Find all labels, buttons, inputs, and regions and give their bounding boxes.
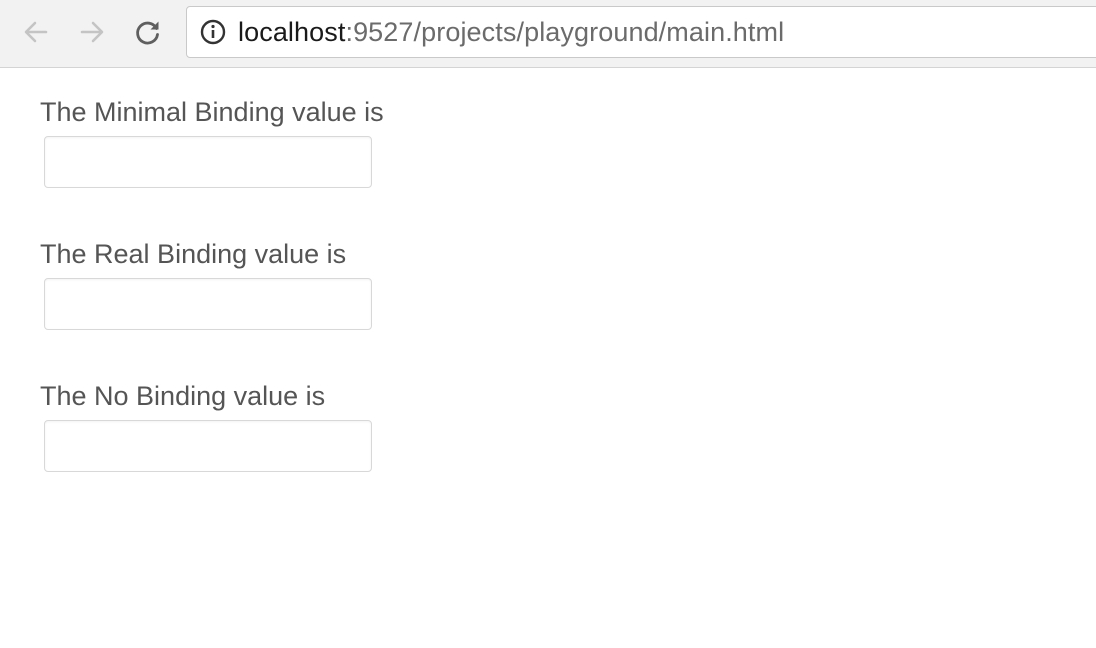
minimal-binding-input[interactable] xyxy=(44,136,372,188)
forward-button[interactable] xyxy=(74,14,110,50)
info-circle-icon[interactable] xyxy=(200,19,226,45)
url-text: localhost:9527/projects/playground/main.… xyxy=(238,17,784,48)
minimal-binding-label: The Minimal Binding value is xyxy=(40,97,384,127)
no-binding-group: The No Binding value is xyxy=(40,380,372,472)
minimal-binding-group: The Minimal Binding value is xyxy=(40,96,384,188)
address-bar[interactable]: localhost:9527/projects/playground/main.… xyxy=(186,6,1096,58)
real-binding-input[interactable] xyxy=(44,278,372,330)
arrow-left-icon xyxy=(21,17,51,47)
page-content: The Minimal Binding value is The Real Bi… xyxy=(0,68,1096,648)
real-binding-label: The Real Binding value is xyxy=(40,239,347,269)
url-path: :9527/projects/playground/main.html xyxy=(345,16,785,47)
url-host: localhost xyxy=(238,16,346,47)
browser-toolbar: localhost:9527/projects/playground/main.… xyxy=(0,0,1096,68)
no-binding-label: The No Binding value is xyxy=(40,381,326,411)
reload-button[interactable] xyxy=(130,14,166,50)
real-binding-group: The Real Binding value is xyxy=(40,238,372,330)
back-button[interactable] xyxy=(18,14,54,50)
reload-icon xyxy=(133,17,163,47)
arrow-right-icon xyxy=(77,17,107,47)
no-binding-input[interactable] xyxy=(44,420,372,472)
